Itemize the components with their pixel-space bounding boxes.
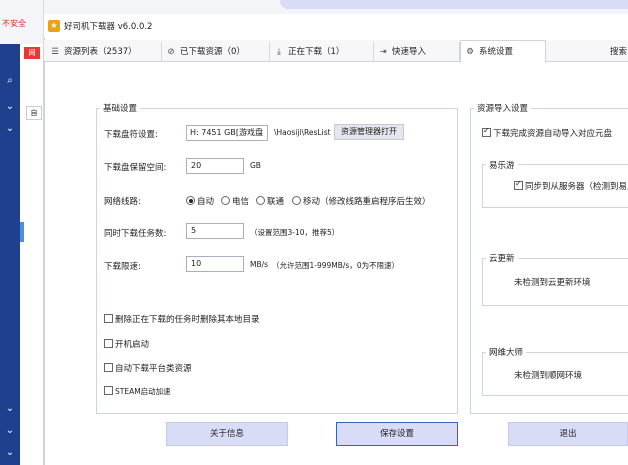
- wangwei-title: 网维大师: [486, 346, 527, 358]
- save-settings-button[interactable]: 保存设置: [336, 422, 458, 446]
- checkbox[interactable]: [514, 179, 523, 190]
- tasks-hint: （设置范围3-10，推荐5）: [250, 228, 340, 237]
- app-logo-icon: ★: [48, 20, 60, 32]
- network-option-auto[interactable]: 自动: [186, 195, 214, 207]
- network-option-telecom[interactable]: 电信: [221, 195, 249, 207]
- network-option-mobile[interactable]: 移动（修改线路重启程序后生效）: [292, 195, 431, 207]
- chevron-down-icon[interactable]: ⌄: [0, 424, 20, 438]
- checkbox-platform-resources[interactable]: 自动下载平台类资源: [104, 362, 192, 374]
- tasks-label: 同时下载任务数:: [104, 229, 167, 239]
- search-icon[interactable]: ⌕: [0, 74, 20, 88]
- checkbox[interactable]: [104, 363, 113, 372]
- tab-search[interactable]: 搜索: [606, 42, 628, 62]
- about-button[interactable]: 关于信息: [166, 422, 288, 446]
- tab-downloading[interactable]: ⤓ 正在下载（1）: [270, 42, 374, 62]
- checkbox-yile-sync[interactable]: 同步到从服务器（检测到易乐: [514, 179, 628, 192]
- insecure-label: 不安全: [2, 19, 26, 28]
- checkbox[interactable]: [104, 386, 113, 395]
- tab-resource-list[interactable]: ☰ 资源列表（2537）: [46, 42, 162, 62]
- side-tab[interactable]: 自: [26, 106, 42, 120]
- import-settings-title: 资源导入设置: [474, 102, 532, 114]
- gear-icon: ⚙: [466, 47, 474, 57]
- checkbox[interactable]: [104, 339, 113, 348]
- checkbox[interactable]: [482, 126, 491, 137]
- tab-settings[interactable]: ⚙ 系统设置: [460, 40, 546, 63]
- side-highlight: [20, 222, 24, 242]
- chevron-down-icon[interactable]: ⌄: [0, 446, 20, 460]
- radio-telecom[interactable]: [221, 196, 230, 205]
- yungeng-title: 云更新: [486, 252, 518, 264]
- side-red-tab[interactable]: 网: [24, 47, 40, 59]
- network-option-unicom[interactable]: 联通: [256, 195, 284, 207]
- checkbox-delete-local[interactable]: 删除正在下载的任务时删除其本地目录: [104, 313, 260, 325]
- reserve-label: 下载盘保留空间:: [104, 163, 167, 173]
- disk-path: \Haosiji\ResList: [274, 128, 331, 137]
- tab-quick-import[interactable]: ⇥ 快速导入: [374, 42, 460, 62]
- checkbox-steam-boost[interactable]: STEAM启动加速: [104, 386, 171, 397]
- chevron-down-icon[interactable]: ⌄: [0, 122, 20, 136]
- tasks-input[interactable]: 5: [186, 223, 244, 239]
- exit-button[interactable]: 退出: [508, 422, 628, 446]
- radio-unicom[interactable]: [256, 196, 265, 205]
- checkbox-autostart[interactable]: 开机启动: [104, 338, 149, 350]
- disk-select[interactable]: H: 7451 GB[游戏盘 ⌄: [186, 125, 268, 141]
- check-circle-icon: ⊘: [167, 47, 175, 57]
- app-title: 好司机下载器 v6.0.0.2: [64, 22, 153, 32]
- disk-label: 下载盘符设置:: [104, 130, 158, 140]
- checkbox-auto-import[interactable]: 下载完成资源自动导入对应元盘: [482, 126, 612, 139]
- radio-auto[interactable]: [186, 196, 195, 205]
- reserve-unit: GB: [250, 161, 261, 170]
- tab-downloaded[interactable]: ⊘ 已下载资源（0）: [162, 42, 270, 62]
- chevron-down-icon[interactable]: ⌄: [0, 100, 20, 114]
- wangwei-status: 未检测到顺网环境: [514, 371, 583, 381]
- download-icon: ⤓: [277, 47, 281, 57]
- checkbox[interactable]: [104, 314, 113, 323]
- chevron-down-icon: ⌄: [258, 129, 264, 137]
- speed-unit: MB/s: [250, 260, 269, 269]
- basic-settings-title: 基础设置: [100, 102, 141, 114]
- yile-title: 易乐游: [486, 159, 518, 171]
- list-icon: ☰: [51, 47, 59, 57]
- radio-mobile[interactable]: [292, 196, 301, 205]
- speed-hint: （允许范围1-999MB/s，0为不限速）: [272, 261, 400, 270]
- network-label: 网络线路:: [104, 197, 141, 207]
- speed-input[interactable]: 10: [186, 256, 244, 272]
- import-icon: ⇥: [379, 47, 387, 57]
- reserve-input[interactable]: 20: [186, 158, 244, 174]
- chevron-down-icon[interactable]: ⌄: [0, 402, 20, 416]
- yungeng-status: 未检测到云更新环境: [514, 278, 591, 288]
- open-explorer-button[interactable]: 资源管理器打开: [334, 124, 404, 140]
- browser-url-area: [280, 0, 628, 9]
- speed-label: 下载限速:: [104, 262, 141, 272]
